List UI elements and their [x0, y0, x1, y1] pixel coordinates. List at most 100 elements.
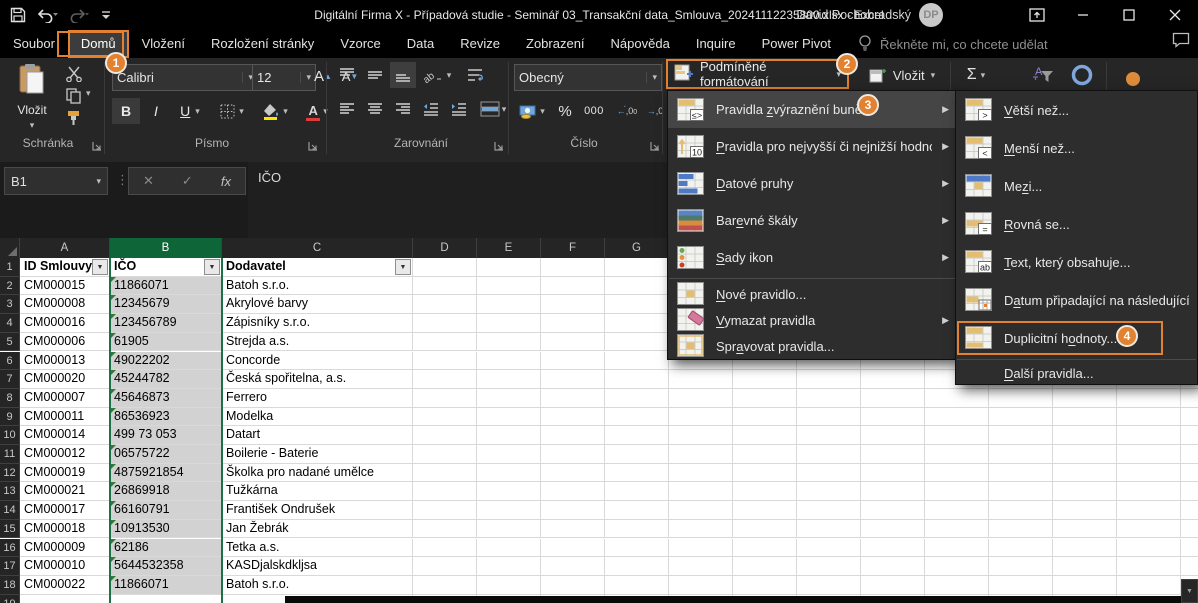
cell[interactable] [605, 333, 669, 352]
cell[interactable] [797, 426, 861, 445]
cell[interactable] [797, 445, 861, 464]
tab-zobrazen-[interactable]: Zobrazení [513, 30, 598, 58]
cell[interactable] [413, 258, 477, 277]
cell[interactable] [605, 557, 669, 576]
menu-item-barevné-škály[interactable]: Barevné škály▶ [668, 202, 957, 239]
data-cell[interactable]: Ferrero [222, 389, 413, 408]
cell[interactable] [1053, 389, 1117, 408]
format-painter-icon[interactable] [62, 108, 86, 128]
cell[interactable] [110, 595, 222, 603]
cell[interactable] [989, 501, 1053, 520]
cell[interactable] [1117, 482, 1181, 501]
data-cell[interactable]: 62186 [110, 539, 222, 558]
cell[interactable] [861, 426, 925, 445]
cell[interactable] [1181, 389, 1198, 408]
data-cell[interactable]: Akrylové barvy [222, 295, 413, 314]
cell[interactable] [605, 408, 669, 427]
cell[interactable] [413, 445, 477, 464]
data-cell[interactable]: KASDjalskdkljsa [222, 557, 413, 576]
cell[interactable] [1181, 408, 1198, 427]
cell[interactable] [541, 295, 605, 314]
data-cell[interactable]: CM000014 [20, 426, 110, 445]
halign-center-icon[interactable] [362, 96, 388, 122]
valign-middle-icon[interactable] [362, 62, 388, 88]
data-cell[interactable]: CM000011 [20, 408, 110, 427]
data-cell[interactable]: 61905 [110, 333, 222, 352]
cell[interactable] [669, 408, 733, 427]
cell[interactable] [605, 501, 669, 520]
currency-icon[interactable]: ▾ [514, 98, 550, 124]
cell[interactable] [541, 352, 605, 371]
paste-button[interactable]: Vložit ▾ [6, 62, 58, 132]
cell[interactable] [477, 352, 541, 371]
cell[interactable] [605, 576, 669, 595]
data-cell[interactable]: CM000017 [20, 501, 110, 520]
cell[interactable] [605, 482, 669, 501]
fill-color-icon[interactable]: ▾ [256, 98, 294, 124]
cell[interactable] [413, 277, 477, 296]
data-cell[interactable]: 49022202 [110, 352, 222, 371]
submenu-item-mezi[interactable]: Mezi... [956, 167, 1197, 205]
cell[interactable] [541, 333, 605, 352]
tab-revize[interactable]: Revize [447, 30, 513, 58]
decrease-decimal-icon[interactable]: →,0 [642, 98, 668, 124]
cell[interactable] [477, 557, 541, 576]
row-header-10[interactable]: 10 [0, 426, 20, 445]
cell[interactable] [605, 370, 669, 389]
data-cell[interactable]: Zápisníky s.r.o. [222, 314, 413, 333]
data-cell[interactable]: CM000013 [20, 352, 110, 371]
fx-icon[interactable]: fx [221, 174, 231, 189]
cell[interactable] [797, 576, 861, 595]
cell[interactable] [605, 464, 669, 483]
column-header-c[interactable]: C [222, 238, 413, 258]
cut-scissors-icon[interactable] [62, 64, 86, 84]
horizontal-scrollbar[interactable] [285, 596, 1181, 603]
cell[interactable] [925, 408, 989, 427]
percent-style-button[interactable]: % [554, 98, 576, 124]
ribbon-display-options-icon[interactable] [1014, 0, 1060, 30]
filter-dropdown-icon[interactable]: ▼ [92, 259, 108, 275]
cell[interactable] [669, 464, 733, 483]
data-cell[interactable]: CM000020 [20, 370, 110, 389]
data-cell[interactable]: CM000006 [20, 333, 110, 352]
cell[interactable] [477, 389, 541, 408]
cell[interactable] [861, 389, 925, 408]
cell[interactable] [413, 333, 477, 352]
cell[interactable] [1117, 445, 1181, 464]
cell[interactable] [1181, 482, 1198, 501]
data-cell[interactable]: František Ondrušek [222, 501, 413, 520]
row-header-19[interactable]: 19 [0, 595, 20, 603]
cell[interactable] [413, 501, 477, 520]
cell[interactable] [477, 539, 541, 558]
cell[interactable] [20, 595, 110, 603]
cell[interactable] [605, 389, 669, 408]
cell[interactable] [541, 539, 605, 558]
cell[interactable] [1053, 426, 1117, 445]
cell[interactable] [861, 539, 925, 558]
cell[interactable] [989, 576, 1053, 595]
valign-top-icon[interactable] [334, 62, 360, 88]
row-header-3[interactable]: 3 [0, 295, 20, 314]
valign-bottom-icon[interactable] [390, 62, 416, 88]
cell[interactable] [861, 557, 925, 576]
cell[interactable] [605, 352, 669, 371]
cell[interactable] [541, 258, 605, 277]
cell[interactable] [669, 576, 733, 595]
minimize-icon[interactable] [1060, 0, 1106, 30]
cell[interactable] [477, 314, 541, 333]
cell[interactable] [989, 482, 1053, 501]
cell[interactable] [861, 370, 925, 389]
cell[interactable] [477, 333, 541, 352]
cell[interactable] [925, 445, 989, 464]
submenu-item-datum-připadající-na-následující-dny[interactable]: Datum připadající na následující dny... [956, 281, 1197, 319]
cell[interactable] [925, 501, 989, 520]
cell[interactable] [797, 464, 861, 483]
increase-font-icon[interactable]: A▲ [310, 63, 336, 89]
row-header-2[interactable]: 2 [0, 277, 20, 296]
orientation-icon[interactable]: ab▾ [420, 62, 454, 88]
cell[interactable] [733, 482, 797, 501]
cell[interactable] [541, 370, 605, 389]
cell[interactable] [1117, 426, 1181, 445]
cell[interactable] [861, 576, 925, 595]
data-cell[interactable]: Concorde [222, 352, 413, 371]
